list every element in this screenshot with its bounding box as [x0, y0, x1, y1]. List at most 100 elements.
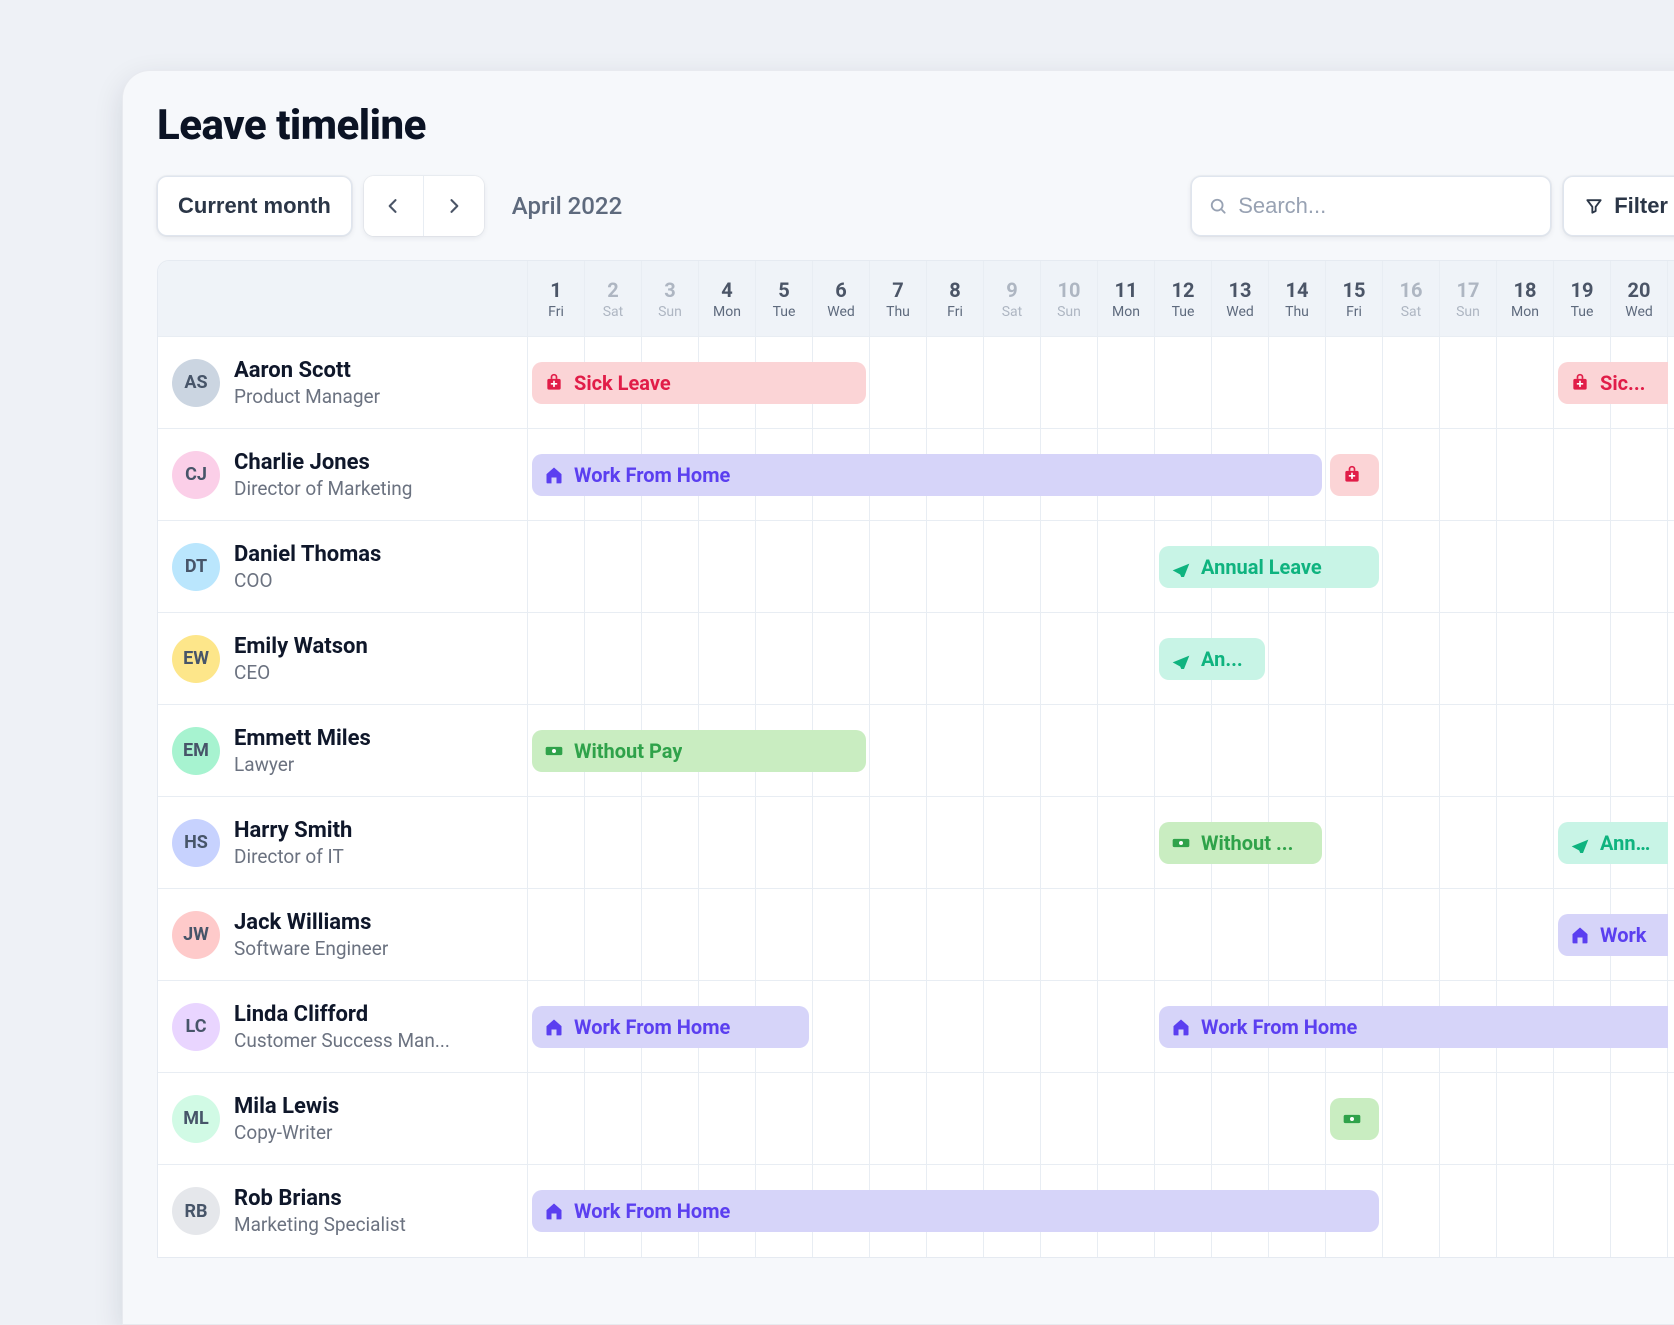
day-cell — [870, 889, 927, 980]
medkit-icon — [1570, 373, 1590, 393]
day-cell — [756, 521, 813, 612]
day-cell — [927, 521, 984, 612]
day-cell — [1326, 613, 1383, 704]
leave-event[interactable]: Work — [1558, 914, 1668, 956]
month-navigator — [364, 176, 484, 236]
day-cell — [1611, 1165, 1668, 1257]
day-cell — [699, 521, 756, 612]
day-cell — [984, 889, 1041, 980]
day-cell — [1440, 429, 1497, 520]
filter-label: Filter — [1614, 193, 1668, 219]
person-cell[interactable]: RBRob BriansMarketing Specialist — [158, 1165, 528, 1257]
timeline-rows: ASAaron ScottProduct ManagerSick Leave Si… — [158, 337, 1674, 1257]
day-cell — [1440, 1165, 1497, 1257]
day-of-week: Sun — [1456, 304, 1480, 320]
medkit-icon — [1342, 465, 1362, 485]
day-cell — [528, 797, 585, 888]
day-cell — [699, 889, 756, 980]
leave-event[interactable]: Work From Home — [1159, 1006, 1668, 1048]
search-input[interactable] — [1238, 193, 1534, 219]
leave-event[interactable]: Work From Home — [532, 1006, 809, 1048]
person-role: Lawyer — [234, 753, 371, 776]
person-cell[interactable]: MLMila LewisCopy-Writer — [158, 1073, 528, 1164]
person-role: Copy-Writer — [234, 1121, 339, 1144]
filter-button[interactable]: Filter — [1563, 176, 1674, 236]
day-cell — [1098, 981, 1155, 1072]
avatar: EW — [172, 635, 220, 683]
day-of-week: Mon — [1511, 304, 1539, 320]
day-cell — [528, 521, 585, 612]
day-number: 10 — [1058, 278, 1081, 302]
leave-event[interactable]: Work From Home — [532, 454, 1322, 496]
filter-icon — [1584, 196, 1604, 216]
day-cell — [1155, 705, 1212, 796]
day-cell — [1497, 521, 1554, 612]
leave-event[interactable] — [1330, 454, 1379, 496]
day-of-week: Wed — [1625, 304, 1653, 320]
day-cell — [1611, 705, 1668, 796]
leave-event[interactable]: Without ... — [1159, 822, 1322, 864]
leave-event[interactable]: Work From Home — [532, 1190, 1379, 1232]
timeline-row: HSHarry SmithDirector of IT Without ... An… — [158, 797, 1674, 889]
person-days: Work From Home Work From Home — [528, 981, 1674, 1072]
current-month-button[interactable]: Current month — [157, 176, 352, 236]
person-cell[interactable]: EMEmmett MilesLawyer — [158, 705, 528, 796]
day-cell — [1326, 797, 1383, 888]
person-cell[interactable]: DTDaniel ThomasCOO — [158, 521, 528, 612]
header-people-column — [158, 261, 528, 336]
day-cell — [927, 981, 984, 1072]
person-cell[interactable]: CJCharlie JonesDirector of Marketing — [158, 429, 528, 520]
cash-icon — [544, 741, 564, 761]
day-cell — [870, 1073, 927, 1164]
cash-icon — [1342, 1109, 1362, 1129]
person-name: Rob Brians — [234, 1186, 406, 1211]
leave-event[interactable]: Sick Leave — [532, 362, 866, 404]
day-cell — [1440, 705, 1497, 796]
day-cell — [1326, 889, 1383, 980]
person-cell[interactable]: EWEmily WatsonCEO — [158, 613, 528, 704]
day-of-week: Fri — [947, 304, 963, 320]
day-cell — [1098, 797, 1155, 888]
day-cell — [1497, 889, 1554, 980]
person-role: CEO — [234, 661, 368, 684]
leave-event[interactable]: Sic... — [1558, 362, 1668, 404]
day-of-week: Sun — [1057, 304, 1081, 320]
day-cell — [756, 1073, 813, 1164]
day-cell — [1383, 889, 1440, 980]
avatar: RB — [172, 1187, 220, 1235]
person-cell[interactable]: LCLinda CliffordCustomer Success Man... — [158, 981, 528, 1072]
next-month-button[interactable] — [424, 176, 484, 236]
day-cell — [1497, 613, 1554, 704]
day-of-week: Mon — [713, 304, 741, 320]
day-cell — [927, 337, 984, 428]
person-cell[interactable]: HSHarry SmithDirector of IT — [158, 797, 528, 888]
day-cell — [642, 521, 699, 612]
person-cell[interactable]: ASAaron ScottProduct Manager — [158, 337, 528, 428]
leave-event[interactable]: An... — [1159, 638, 1265, 680]
search-box[interactable] — [1191, 176, 1551, 236]
leave-label: Work From Home — [1201, 1015, 1357, 1039]
day-number: 2 — [607, 278, 618, 302]
day-cell — [1440, 1073, 1497, 1164]
day-header-18: 18Mon — [1497, 261, 1554, 336]
person-cell[interactable]: JWJack WilliamsSoftware Engineer — [158, 889, 528, 980]
leave-timeline-card: Leave timeline Current month April 2022 — [122, 70, 1674, 1325]
leave-event[interactable]: Annual — [1558, 822, 1668, 864]
cash-icon — [1171, 833, 1191, 853]
person-name: Daniel Thomas — [234, 542, 381, 567]
day-number: 1 — [550, 278, 561, 302]
day-number: 3 — [664, 278, 675, 302]
leave-label: Sic... — [1600, 371, 1645, 395]
day-cell — [1098, 889, 1155, 980]
day-cell — [1440, 797, 1497, 888]
leave-event[interactable]: Annual Leave — [1159, 546, 1379, 588]
day-cell — [642, 1073, 699, 1164]
day-cell — [1554, 705, 1611, 796]
leave-label: Work From Home — [574, 1199, 730, 1223]
day-cell — [585, 1073, 642, 1164]
leave-event[interactable]: Without Pay — [532, 730, 866, 772]
prev-month-button[interactable] — [364, 176, 424, 236]
day-number: 20 — [1628, 278, 1651, 302]
leave-event[interactable] — [1330, 1098, 1379, 1140]
person-name: Jack Williams — [234, 910, 388, 935]
